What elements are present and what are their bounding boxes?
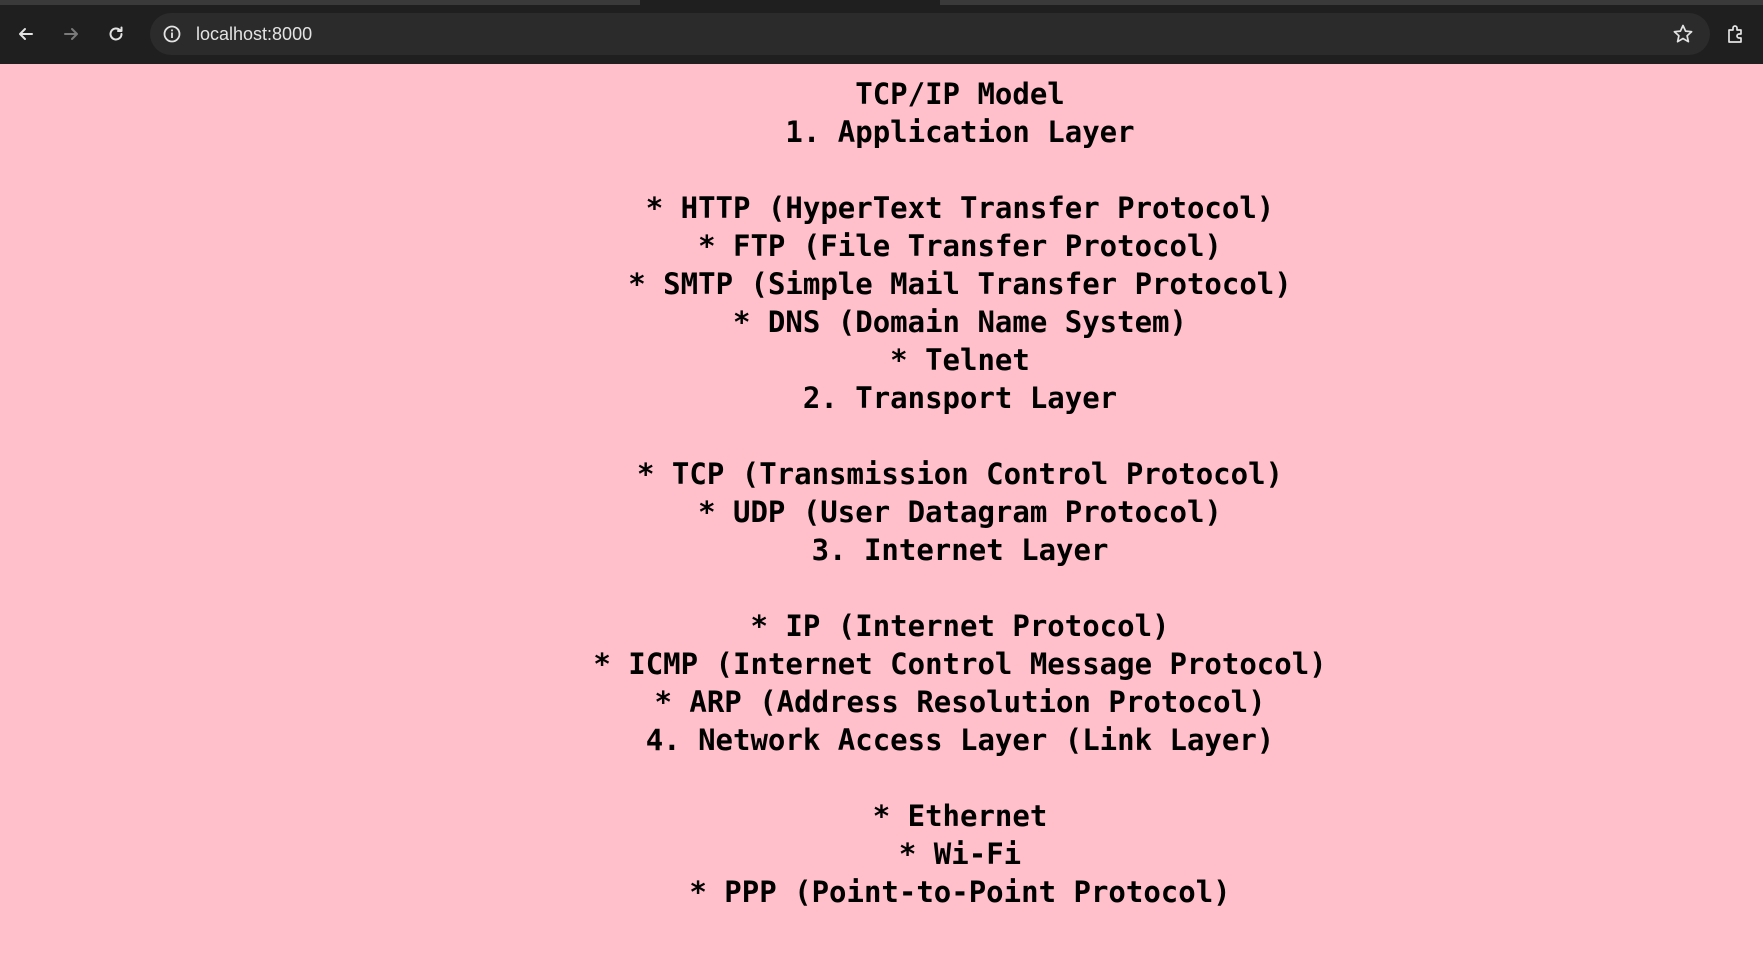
info-icon	[163, 25, 181, 43]
protocol-item: * Ethernet	[872, 799, 1048, 833]
protocol-item: * SMTP (Simple Mail Transfer Protocol)	[628, 267, 1292, 301]
url-text[interactable]: localhost:8000	[196, 13, 312, 55]
star-icon	[1673, 24, 1693, 43]
protocol-item: * TCP (Transmission Control Protocol)	[636, 457, 1283, 491]
protocol-item: * ICMP (Internet Control Message Protoco…	[593, 647, 1327, 681]
active-tab[interactable]	[640, 0, 940, 5]
back-button[interactable]	[10, 18, 42, 50]
site-info-button[interactable]	[160, 22, 184, 46]
protocol-item: * DNS (Domain Name System)	[733, 305, 1187, 339]
address-bar[interactable]: localhost:8000	[150, 13, 1710, 55]
protocol-item: * ARP (Address Resolution Protocol)	[654, 685, 1266, 719]
browser-toolbar: localhost:8000	[0, 0, 1763, 64]
layer-heading: 2. Transport Layer	[802, 381, 1118, 415]
back-arrow-icon	[19, 28, 33, 40]
page-content: TCP/IP Model 1. Application Layer * HTTP…	[0, 64, 1763, 975]
page-title: TCP/IP Model	[855, 77, 1065, 111]
extensions-icon	[1728, 25, 1742, 43]
protocol-item: * FTP (File Transfer Protocol)	[698, 229, 1222, 263]
protocol-item: * PPP (Point-to-Point Protocol)	[689, 875, 1231, 909]
protocol-item: * UDP (User Datagram Protocol)	[698, 495, 1222, 529]
protocol-item: * IP (Internet Protocol)	[750, 609, 1170, 643]
reload-icon	[109, 26, 123, 41]
bookmark-button[interactable]	[1670, 21, 1696, 47]
layer-heading: 3. Internet Layer	[811, 533, 1109, 567]
tcp-ip-text: TCP/IP Model 1. Application Layer * HTTP…	[0, 75, 1763, 911]
protocol-item: * Telnet	[890, 343, 1030, 377]
forward-button[interactable]	[55, 18, 87, 50]
protocol-item: * HTTP (HyperText Transfer Protocol)	[645, 191, 1275, 225]
tab-strip	[0, 0, 1763, 5]
reload-button[interactable]	[100, 18, 132, 50]
layer-heading: 4. Network Access Layer (Link Layer)	[645, 723, 1275, 757]
extensions-button[interactable]	[1720, 18, 1752, 50]
forward-arrow-icon	[64, 28, 78, 40]
protocol-item: * Wi-Fi	[898, 837, 1022, 871]
layer-heading: 1. Application Layer	[785, 115, 1135, 149]
